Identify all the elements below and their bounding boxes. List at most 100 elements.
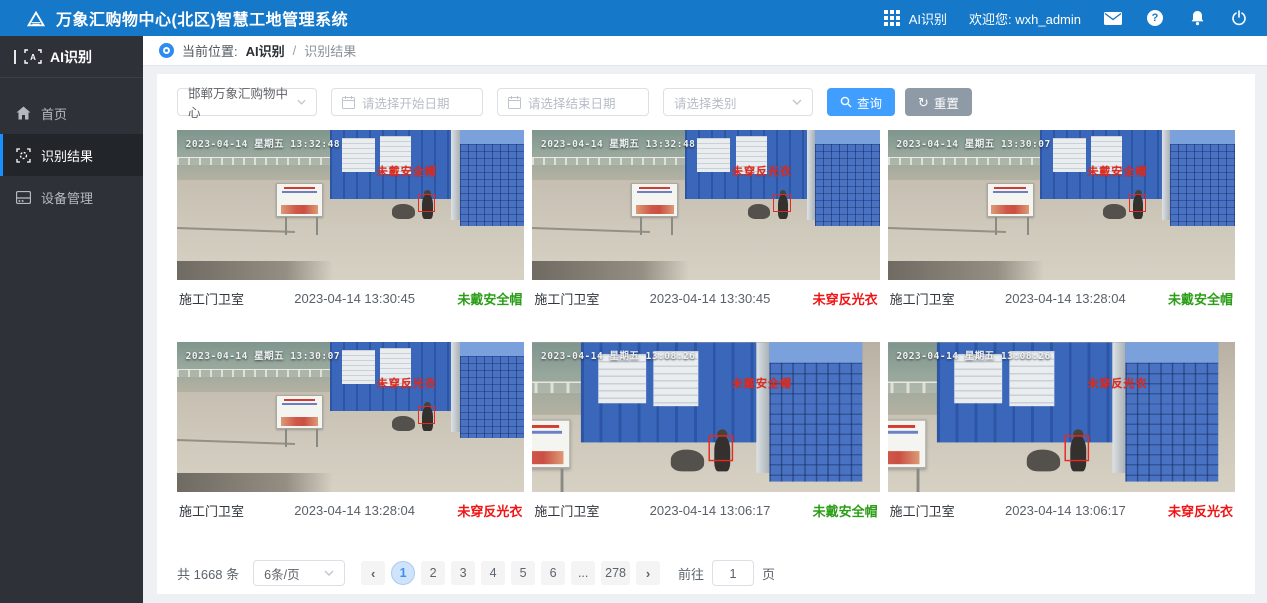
- status-badge: 未戴安全帽: [1161, 289, 1233, 308]
- category-placeholder: 请选择类别: [674, 93, 737, 112]
- ai-scan-icon: A: [24, 49, 42, 64]
- scene-sign-text-line: [637, 191, 672, 193]
- result-card[interactable]: 2023-04-14 星期五 13:32:48 未穿反光衣 施工门卫室 2023…: [532, 130, 879, 308]
- camera-snapshot[interactable]: 2023-04-14 星期五 13:30:07 未穿反光衣: [177, 342, 524, 492]
- card-location: 施工门卫室: [179, 501, 259, 520]
- scene-sign-leg: [285, 429, 287, 447]
- result-card[interactable]: 2023-04-14 星期五 13:32:48 未戴安全帽 施工门卫室 2023…: [177, 130, 524, 308]
- scene-notice-board: [342, 138, 375, 173]
- start-date-picker[interactable]: 请选择开始日期: [331, 88, 483, 116]
- sidebar: A AI识别 首页 识别结果 设备管理: [0, 36, 143, 603]
- scene-gate-top-bar: [1170, 130, 1235, 144]
- scene-sign-leg: [916, 469, 919, 492]
- snapshot-timestamp-overlay: 2023-04-14 星期五 13:08:26: [541, 348, 695, 362]
- page-button[interactable]: 2: [421, 561, 445, 585]
- page-button[interactable]: 4: [481, 561, 505, 585]
- scene-sign-leg: [561, 469, 564, 492]
- power-icon[interactable]: [1229, 8, 1249, 28]
- card-time: 2023-04-14 13:30:45: [614, 291, 805, 306]
- snapshot-timestamp-overlay: 2023-04-14 星期五 13:32:48: [186, 136, 340, 150]
- sidebar-item-home[interactable]: 首页: [0, 92, 143, 134]
- goto-page-input[interactable]: [712, 560, 754, 586]
- page-button[interactable]: 1: [391, 561, 415, 585]
- site-select[interactable]: 邯郸万象汇购物中心: [177, 88, 317, 116]
- scene-gate-post: [757, 342, 769, 473]
- scene-sign-board: [276, 183, 323, 218]
- scene-sign-board: [276, 395, 323, 430]
- detection-box: [709, 435, 734, 461]
- status-badge: 未穿反光衣: [450, 501, 522, 520]
- header-brand: 万象汇购物中心(北区)智慧工地管理系统: [26, 6, 348, 30]
- card-location: 施工门卫室: [534, 289, 614, 308]
- prev-page-button[interactable]: ‹: [361, 561, 385, 585]
- result-card[interactable]: 2023-04-14 星期五 13:30:07 未戴安全帽 施工门卫室 2023…: [888, 130, 1235, 308]
- scene-gate-top-bar: [815, 130, 880, 144]
- scene-sign-text-line: [282, 191, 317, 193]
- reset-button[interactable]: ↻ 重置: [905, 88, 972, 116]
- category-select[interactable]: 请选择类别: [663, 88, 813, 116]
- camera-snapshot[interactable]: 2023-04-14 星期五 13:08:26 未戴安全帽: [532, 342, 879, 492]
- device-icon: [16, 191, 31, 204]
- camera-snapshot[interactable]: 2023-04-14 星期五 13:30:07 未戴安全帽: [888, 130, 1235, 280]
- snapshot-scene: [888, 342, 1219, 492]
- bell-icon[interactable]: [1187, 8, 1207, 28]
- sidebar-item-results[interactable]: 识别结果: [0, 134, 143, 176]
- location-target-icon: [159, 43, 174, 58]
- goto-label: 前往: [678, 564, 704, 583]
- apps-grid-icon: [882, 8, 902, 28]
- scene-gate-top-bar: [1125, 342, 1219, 362]
- result-card[interactable]: 2023-04-14 星期五 13:08:26 未戴安全帽 施工门卫室 2023…: [532, 342, 879, 520]
- pagination-bar: 共 1668 条 6条/页 ‹ 1 2 3 4 5 6 ... 278 › 前往…: [177, 560, 1235, 586]
- app-switcher[interactable]: AI识别: [882, 8, 947, 28]
- result-card[interactable]: 2023-04-14 星期五 13:08:26 未穿反光衣 施工门卫室 2023…: [888, 342, 1235, 520]
- help-icon[interactable]: ?: [1145, 8, 1165, 28]
- next-page-button[interactable]: ›: [636, 561, 660, 585]
- page-button[interactable]: 278: [601, 561, 630, 585]
- breadcrumb-section[interactable]: AI识别: [246, 41, 285, 60]
- page-ellipsis[interactable]: ...: [571, 561, 595, 585]
- logo-triangle-icon: [26, 8, 46, 28]
- scene-gate-post: [807, 130, 815, 220]
- snapshot-scene: [532, 130, 879, 280]
- page-button[interactable]: 5: [511, 561, 535, 585]
- scene-sign-image-strip: [281, 417, 319, 426]
- sidebar-item-devices[interactable]: 设备管理: [0, 176, 143, 218]
- scene-sign-text-line: [993, 191, 1028, 193]
- card-location: 施工门卫室: [890, 289, 970, 308]
- card-time: 2023-04-14 13:28:04: [970, 291, 1161, 306]
- camera-snapshot[interactable]: 2023-04-14 星期五 13:32:48 未穿反光衣: [532, 130, 879, 280]
- snapshot-timestamp-overlay: 2023-04-14 星期五 13:32:48: [541, 136, 695, 150]
- camera-snapshot[interactable]: 2023-04-14 星期五 13:32:48 未戴安全帽: [177, 130, 524, 280]
- scene-railing: [177, 369, 340, 377]
- snapshot-scene: [177, 342, 524, 492]
- scene-sign-text-line: [994, 187, 1025, 189]
- page-button[interactable]: 6: [541, 561, 565, 585]
- search-button-label: 查询: [857, 93, 882, 112]
- result-card[interactable]: 2023-04-14 星期五 13:30:07 未穿反光衣 施工门卫室 2023…: [177, 342, 524, 520]
- camera-snapshot[interactable]: 2023-04-14 星期五 13:08:26 未穿反光衣: [888, 342, 1235, 492]
- scene-sign-leg: [285, 217, 287, 235]
- scene-railing: [532, 157, 695, 165]
- end-date-picker[interactable]: 请选择结束日期: [497, 88, 649, 116]
- mail-icon[interactable]: [1103, 8, 1123, 28]
- scene-sign-leg: [995, 217, 997, 235]
- page-size-select[interactable]: 6条/页: [253, 560, 345, 586]
- card-location: 施工门卫室: [179, 289, 259, 308]
- app-header: 万象汇购物中心(北区)智慧工地管理系统 AI识别 欢迎您: wxh_admin …: [0, 0, 1267, 36]
- scene-gate-grid: [460, 144, 525, 227]
- refresh-icon: ↻: [918, 96, 929, 109]
- scene-sign-image-strip: [636, 205, 674, 214]
- scene-sign-text-line: [532, 431, 562, 434]
- sidebar-item-label: 设备管理: [41, 188, 93, 207]
- scene-sign-board: [987, 183, 1034, 218]
- search-button[interactable]: 查询: [827, 88, 895, 116]
- status-badge: 未穿反光衣: [1161, 501, 1233, 520]
- detection-label-overlay: 未戴安全帽: [377, 163, 437, 179]
- scene-shadow-mat: [532, 261, 688, 281]
- svg-text:A: A: [30, 53, 36, 62]
- scene-scooter: [392, 416, 415, 431]
- scene-sign-text-line: [888, 425, 915, 428]
- card-caption: 施工门卫室 2023-04-14 13:28:04 未穿反光衣: [177, 501, 524, 520]
- page-button[interactable]: 3: [451, 561, 475, 585]
- calendar-icon: [342, 96, 355, 109]
